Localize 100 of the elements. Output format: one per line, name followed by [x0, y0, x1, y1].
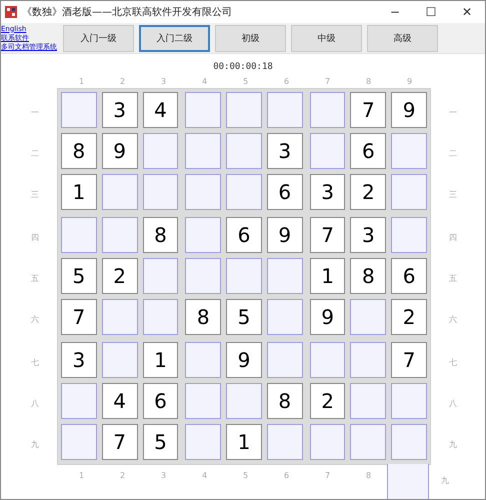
sudoku-cell[interactable] [61, 383, 97, 419]
sudoku-cell[interactable] [185, 174, 222, 210]
sudoku-cell[interactable] [226, 258, 262, 294]
minimize-button[interactable]: − [377, 5, 413, 19]
column-label: 6 [282, 76, 290, 88]
sudoku-cell[interactable]: 9 [266, 217, 303, 253]
sudoku-cell[interactable] [391, 383, 428, 419]
sudoku-cell[interactable] [350, 299, 386, 335]
sudoku-cell[interactable]: 7 [310, 217, 346, 253]
sudoku-cell[interactable] [266, 92, 303, 128]
sudoku-cell[interactable]: 5 [142, 424, 178, 460]
sudoku-cell[interactable]: 9 [391, 92, 428, 128]
sudoku-cell[interactable] [266, 258, 303, 294]
sudoku-cell[interactable] [391, 174, 428, 210]
sudoku-cell[interactable] [102, 217, 138, 253]
sudoku-cell[interactable]: 8 [185, 299, 222, 335]
sudoku-cell[interactable] [185, 92, 222, 128]
level-button[interactable]: 入门一级 [63, 24, 134, 52]
sudoku-cell[interactable] [391, 133, 428, 169]
row-label: 八 [30, 398, 40, 410]
sudoku-cell[interactable] [61, 424, 97, 460]
level-button[interactable]: 入门二级 [139, 24, 210, 52]
sudoku-cell[interactable] [61, 217, 97, 253]
sudoku-cell[interactable] [266, 299, 303, 335]
sudoku-cell[interactable]: 5 [226, 299, 262, 335]
level-button[interactable]: 初级 [215, 24, 286, 52]
sudoku-cell[interactable] [226, 92, 262, 128]
sudoku-cell[interactable]: 6 [142, 383, 178, 419]
sudoku-cell[interactable]: 2 [350, 174, 386, 210]
maximize-button[interactable]: ☐ [413, 5, 449, 19]
sudoku-cell[interactable]: 7 [350, 92, 386, 128]
sudoku-cell[interactable] [350, 424, 386, 460]
sudoku-cell[interactable]: 7 [102, 424, 138, 460]
sudoku-cell[interactable] [142, 258, 178, 294]
sudoku-cell[interactable]: 7 [61, 299, 97, 335]
sudoku-cell[interactable] [102, 174, 138, 210]
sudoku-cell[interactable] [185, 217, 222, 253]
sudoku-cell[interactable]: 3 [350, 217, 386, 253]
sudoku-cell[interactable] [226, 174, 262, 210]
sudoku-cell[interactable]: 4 [102, 383, 138, 419]
sudoku-cell[interactable] [102, 342, 138, 378]
sudoku-cell[interactable] [310, 424, 346, 460]
close-button[interactable]: ✕ [449, 5, 485, 19]
column-label: 6 [282, 470, 290, 482]
sudoku-cell[interactable]: 9 [102, 133, 138, 169]
sudoku-cell[interactable] [310, 342, 346, 378]
sudoku-cell[interactable] [350, 383, 386, 419]
sudoku-cell[interactable] [102, 299, 138, 335]
row-label: 三 [448, 189, 458, 201]
sudoku-cell[interactable] [391, 217, 428, 253]
row-label: 七 [30, 357, 40, 369]
sudoku-cell[interactable] [226, 133, 262, 169]
sudoku-cell[interactable]: 8 [350, 258, 386, 294]
level-button[interactable]: 高级 [367, 24, 438, 52]
sudoku-cell[interactable]: 2 [102, 258, 138, 294]
sudoku-cell[interactable] [142, 174, 178, 210]
row-label: 六 [30, 314, 40, 326]
sudoku-cell[interactable]: 5 [61, 258, 97, 294]
sudoku-cell[interactable]: 6 [391, 258, 428, 294]
window-title: 《数独》酒老版——北京联高软件开发有限公司 [22, 6, 233, 19]
sudoku-cell[interactable]: 8 [61, 133, 97, 169]
column-label: 8 [364, 470, 372, 482]
sudoku-cell[interactable]: 6 [226, 217, 262, 253]
sudoku-cell[interactable]: 9 [310, 299, 346, 335]
sudoku-cell[interactable]: 6 [350, 133, 386, 169]
sudoku-cell[interactable] [185, 383, 222, 419]
sudoku-cell[interactable]: 8 [142, 217, 178, 253]
sudoku-cell[interactable] [185, 258, 222, 294]
sudoku-cell[interactable] [226, 383, 262, 419]
sudoku-cell[interactable]: 2 [310, 383, 346, 419]
sudoku-cell[interactable] [391, 424, 428, 460]
sudoku-cell[interactable]: 3 [310, 174, 346, 210]
sudoku-cell[interactable] [310, 92, 346, 128]
sudoku-cell[interactable]: 4 [142, 92, 178, 128]
sudoku-cell[interactable]: 6 [266, 174, 303, 210]
sudoku-cell[interactable]: 2 [391, 299, 428, 335]
sudoku-cell[interactable] [142, 299, 178, 335]
sudoku-cell[interactable] [185, 133, 222, 169]
column-label: 3 [160, 76, 168, 88]
sudoku-cell[interactable] [61, 92, 97, 128]
sudoku-cell[interactable]: 1 [226, 424, 262, 460]
sudoku-cell[interactable]: 9 [226, 342, 262, 378]
column-label: 7 [324, 76, 332, 88]
sudoku-cell[interactable]: 1 [310, 258, 346, 294]
sudoku-cell[interactable] [266, 424, 303, 460]
level-button[interactable]: 中级 [291, 24, 362, 52]
sudoku-cell[interactable] [185, 424, 222, 460]
row-label: 二 [448, 148, 458, 160]
sudoku-cell[interactable]: 3 [102, 92, 138, 128]
sudoku-cell[interactable]: 3 [61, 342, 97, 378]
sudoku-cell[interactable]: 1 [61, 174, 97, 210]
sudoku-cell[interactable]: 8 [266, 383, 303, 419]
sudoku-cell[interactable] [185, 342, 222, 378]
sudoku-cell[interactable]: 1 [142, 342, 178, 378]
sudoku-cell[interactable] [266, 342, 303, 378]
sudoku-cell[interactable] [142, 133, 178, 169]
sudoku-cell[interactable]: 7 [391, 342, 428, 378]
sudoku-cell[interactable] [310, 133, 346, 169]
sudoku-cell[interactable]: 3 [266, 133, 303, 169]
sudoku-cell[interactable] [350, 342, 386, 378]
